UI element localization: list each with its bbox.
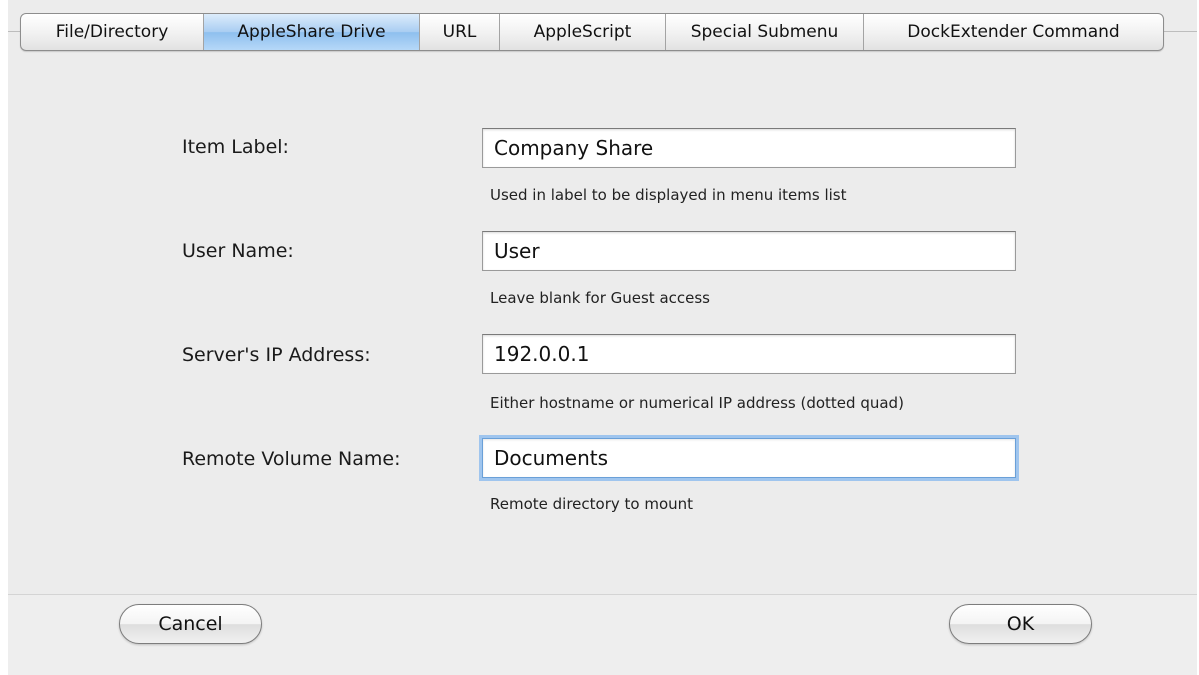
server-ip-field[interactable] — [482, 334, 1016, 374]
tab-applescript[interactable]: AppleScript — [500, 14, 666, 50]
user-name-field[interactable] — [482, 231, 1016, 271]
item-label-hint: Used in label to be displayed in menu it… — [490, 186, 847, 204]
remote-volume-field[interactable] — [482, 438, 1016, 478]
tab-dockextender-command[interactable]: DockExtender Command — [864, 14, 1163, 50]
server-ip-hint: Either hostname or numerical IP address … — [490, 394, 904, 412]
tab-appleshare-drive[interactable]: AppleShare Drive — [204, 14, 420, 50]
tab-bar: File/Directory AppleShare Drive URL Appl… — [20, 13, 1164, 51]
user-name-hint: Leave blank for Guest access — [490, 289, 710, 307]
item-label-field[interactable] — [482, 128, 1016, 168]
preferences-window: File/Directory AppleShare Drive URL Appl… — [8, 0, 1197, 675]
ok-button[interactable]: OK — [949, 604, 1092, 644]
tab-url[interactable]: URL — [420, 14, 500, 50]
cancel-button[interactable]: Cancel — [119, 604, 262, 644]
user-name-label: User Name: — [182, 240, 294, 262]
server-ip-label: Server's IP Address: — [182, 344, 371, 366]
tab-special-submenu[interactable]: Special Submenu — [666, 14, 864, 50]
item-label-label: Item Label: — [182, 136, 289, 158]
tab-file-directory[interactable]: File/Directory — [21, 14, 204, 50]
remote-volume-label: Remote Volume Name: — [182, 448, 401, 470]
remote-volume-hint: Remote directory to mount — [490, 495, 694, 513]
